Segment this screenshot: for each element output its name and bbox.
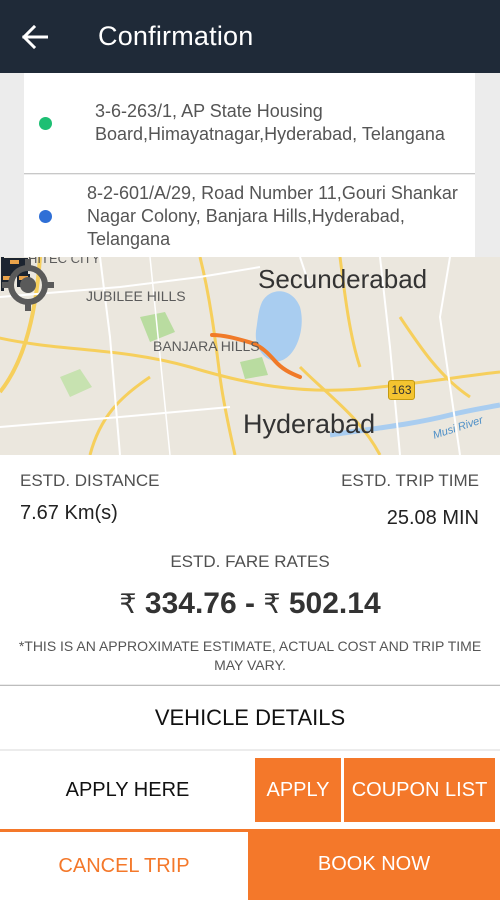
pickup-address: 3-6-263/1, AP State Housing Board,Himaya… [95,100,455,146]
fare-max: 502.14 [288,587,381,620]
vehicle-details-button[interactable]: VEHICLE DETAILS [0,685,500,749]
pickup-dot-icon [39,116,52,130]
pickup-address-line1: 3-6-263/1, AP State Housing [95,101,323,121]
apply-coupon-button[interactable]: APPLY [255,758,341,822]
rupee-icon: ₹ [263,589,281,619]
fare-separator: - [245,587,255,620]
drop-dot-icon [39,209,52,223]
fare-estimate-panel: ESTD. DISTANCE 7.67 Km(s) ESTD. TRIP TIM… [0,455,500,684]
highway-shield: 163 [388,380,415,400]
map-label-hyderabad: Hyderabad [243,409,376,439]
distance-value: 7.67 Km(s) [20,502,118,524]
action-bar: CANCEL TRIP BOOK NOW [0,829,500,900]
estimate-disclaimer: *THIS IS AN APPROXIMATE ESTIMATE, ACTUAL… [18,638,482,673]
drop-address-line2: Nagar Colony, Banjara Hills,Hyderabad, T… [87,205,405,249]
coupon-bar: APPLY HERE APPLY COUPON LIST [0,751,500,829]
fare-min: 334.76 [144,587,237,620]
arrow-left-icon [22,24,48,49]
route-map[interactable]: HITEC CITY JUBILEE HILLS BANJARA HILLS S… [0,257,500,455]
coupon-list-button[interactable]: COUPON LIST [344,758,495,822]
book-now-button[interactable]: BOOK NOW [248,829,500,900]
page-title: Confirmation [98,21,254,51]
drop-address-card[interactable]: 8-2-601/A/29, Road Number 11,Gouri Shank… [24,175,475,257]
app-bar: Confirmation [0,0,500,73]
my-location-icon[interactable] [0,257,56,313]
trip-time-label: ESTD. TRIP TIME [341,471,479,490]
map-label-jubilee-hills: JUBILEE HILLS [86,288,186,304]
map-label-banjara-hills: BANJARA HILLS [153,338,260,354]
trip-time-value: 25.08 MIN [386,507,479,529]
rupee-icon: ₹ [119,589,137,619]
map-label-secunderabad: Secunderabad [258,264,428,294]
pickup-address-card[interactable]: 3-6-263/1, AP State Housing Board,Himaya… [24,73,475,174]
coupon-code-input[interactable]: APPLY HERE [0,751,255,829]
fare-range: ₹ 334.76 - ₹ 502.14 [0,587,500,621]
fare-label: ESTD. FARE RATES [170,552,330,571]
back-button[interactable] [0,0,70,73]
drop-address: 8-2-601/A/29, Road Number 11,Gouri Shank… [87,182,475,251]
drop-address-line1: 8-2-601/A/29, Road Number 11,Gouri Shank… [87,182,458,203]
cancel-trip-button[interactable]: CANCEL TRIP [0,832,248,900]
pickup-address-line2: Board,Himayatnagar,Hyderabad, Telangana [95,124,445,144]
distance-label: ESTD. DISTANCE [20,471,160,490]
